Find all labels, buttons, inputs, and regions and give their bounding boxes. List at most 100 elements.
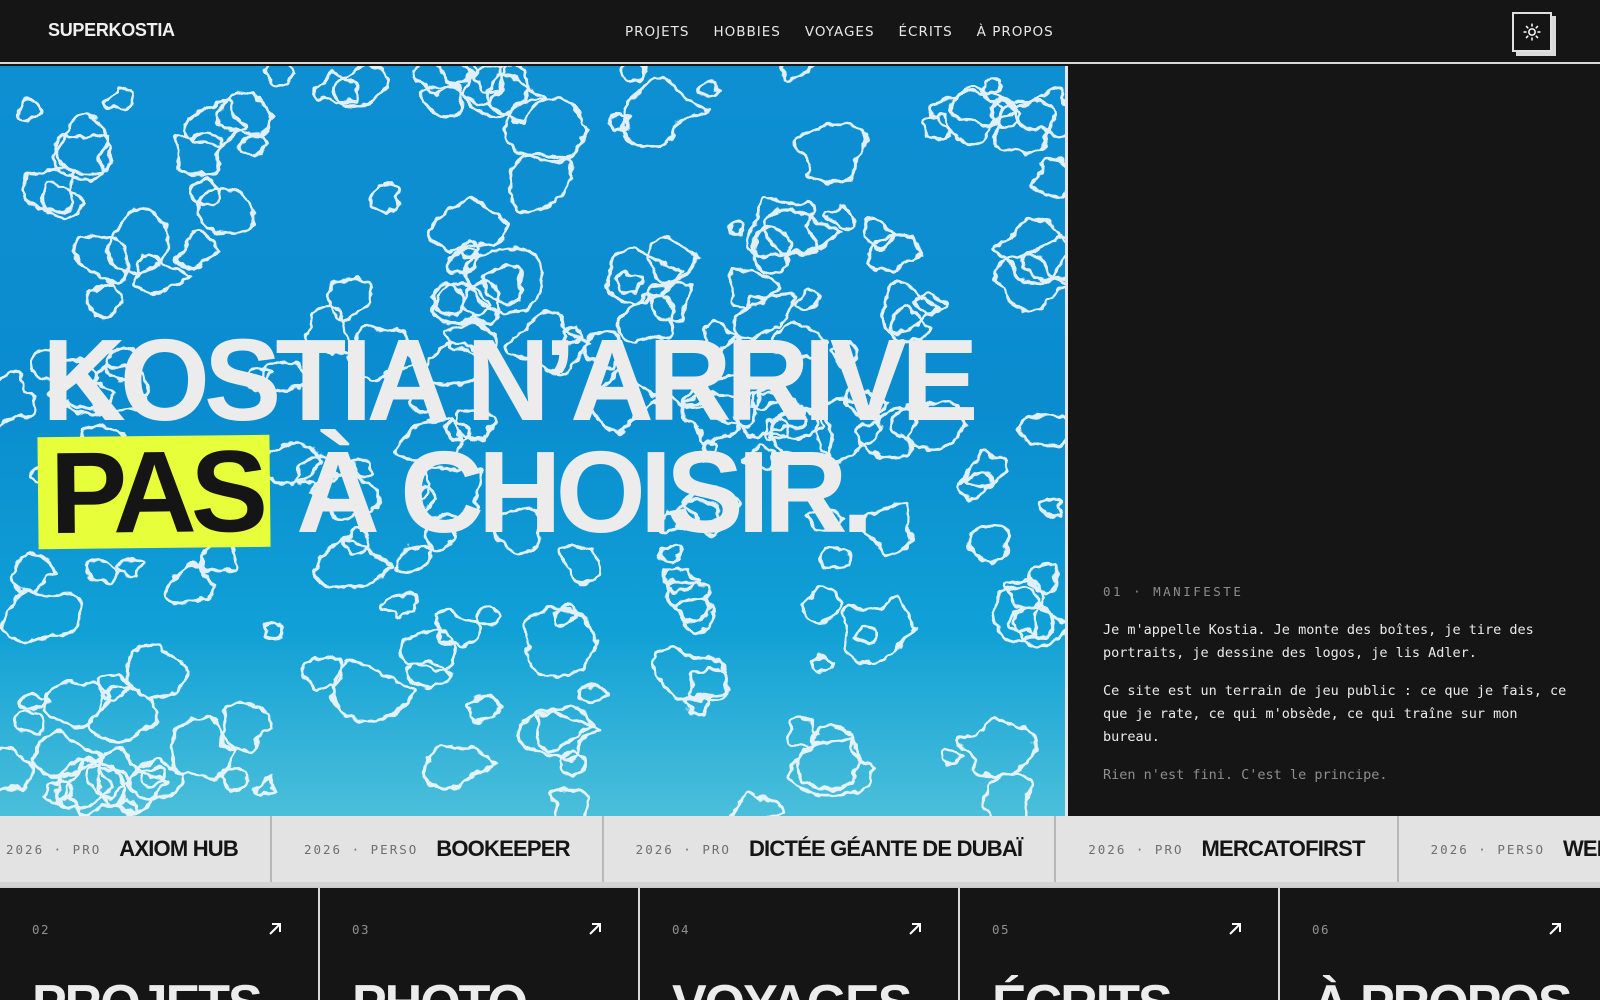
ticker-item-meta: 2026 · PRO [635,841,731,857]
pattern-blob [607,112,632,133]
ticker-item-meta: 2026 · PRO [6,841,102,857]
pattern-blob [576,684,609,706]
pattern-blob [175,227,220,269]
pattern-blob [434,608,484,646]
ticker-item-axiom-hub[interactable]: 2026 · PRO AXIOM HUB [0,816,272,882]
pattern-blob [1013,85,1065,140]
nav-item-voyages[interactable]: VOYAGES [805,24,875,40]
pattern-blob [182,97,249,148]
ticker-item-title: AXIOM HUB [119,836,239,861]
pattern-blob [422,744,499,792]
card-a-propos[interactable]: 06 À PROPOS [1280,888,1600,1000]
pattern-blob [18,690,52,711]
pattern-blob [1030,156,1065,199]
card-title: À PROPOS [1312,974,1572,1000]
ticker-item-bookeeper[interactable]: 2026 · PERSO BOOKEEPER [271,816,604,882]
card-number: 02 [32,922,51,937]
pattern-blob [12,710,46,737]
pattern-blob [779,66,814,82]
pattern-blob [982,771,1033,816]
pattern-blob [791,122,869,184]
pattern-blob [982,78,1003,96]
pattern-blob [330,659,419,724]
card-voyages[interactable]: 04 VOYAGES [640,888,960,1000]
nav-item-hobbies[interactable]: HOBBIES [713,24,780,40]
projects-ticker: 2026 · PRO AXIOM HUB 2026 · PERSO BOOKEE… [0,816,1600,886]
arrow-up-right-icon [269,923,281,935]
arrow-up-right-icon [909,923,921,935]
pattern-blob [369,182,401,213]
section-cards: 02 PROJETS 03 PHOTO 04 VOYAGES 05 ÉCRITS… [0,886,1600,1000]
nav-item-a-propos[interactable]: À PROPOS [977,24,1054,40]
ticker-item-title: DICTÉE GÉANTE DE DUBAÏ [748,836,1023,861]
ticker-item-title: WED [1562,836,1600,861]
pattern-blob [696,79,723,98]
pattern-blob [261,620,285,641]
theme-toggle-button[interactable] [1512,12,1552,52]
pattern-blob [810,653,835,675]
pattern-blob [966,524,1010,564]
ticker-item-mercatofirst[interactable]: 2026 · PRO MERCATOFIRST [1056,816,1399,882]
pattern-blob [939,748,964,767]
ticker-item-meta: 2026 · PERSO [303,841,419,857]
card-photo[interactable]: 03 PHOTO [320,888,640,1000]
pattern-blob [0,368,39,427]
pattern-blob [102,86,135,111]
pattern-blob [73,234,129,285]
pattern-blob [824,205,857,230]
site-logo[interactable]: SUPERKOSTIA [48,20,175,41]
pattern-blob [865,233,923,273]
ticker-item-title: MERCATOFIRST [1201,836,1366,861]
pattern-blob [620,66,647,83]
card-number: 06 [1312,922,1331,937]
pattern-blob [9,552,56,595]
hero-section: KOSTIA N’ARRIVE PAS À CHOISIR. [0,66,1068,816]
pattern-blob [1017,413,1065,448]
pattern-blob [687,665,730,700]
card-title: ÉCRITS [992,974,1173,1000]
ticker-item-wed[interactable]: 2026 · PERSO WED [1398,816,1600,882]
pattern-blob [187,177,221,207]
hero-headline: KOSTIA N’ARRIVE PAS À CHOISIR. [37,322,978,558]
pattern-blob [730,790,786,816]
pattern-blob [16,97,44,123]
pattern-blob [475,603,503,628]
manifesto-section: 01 · MANIFESTE Je m'appelle Kostia. Je m… [1103,584,1573,787]
pattern-blob [405,659,453,688]
ticker-item-meta: 2026 · PERSO [1430,841,1545,857]
pattern-blob [853,625,879,645]
ticker-row: 2026 · PRO AXIOM HUB 2026 · PERSO BOOKEE… [0,816,1600,882]
pattern-blob [728,220,746,237]
ticker-item-dictee-geante[interactable]: 2026 · PRO DICTÉE GÉANTE DE DUBAÏ [603,816,1057,882]
pattern-blob [785,716,821,749]
card-projets[interactable]: 02 PROJETS [0,888,320,1000]
card-title: VOYAGES [672,974,912,1000]
pattern-blob [927,89,1018,147]
card-ecrits[interactable]: 05 ÉCRITS [960,888,1280,1000]
pattern-blob [1027,561,1059,593]
pattern-blob [0,746,34,792]
headline-highlight: PAS [37,426,271,558]
card-number: 05 [992,922,1011,937]
nav-item-ecrits[interactable]: ÉCRITS [899,24,953,40]
pattern-blob [508,152,573,215]
pattern-blob [621,76,711,150]
pattern-blob [862,217,895,251]
manifesto-paragraph-1: Je m'appelle Kostia. Je monte des boîtes… [1103,622,1534,661]
pattern-blob [523,607,600,678]
pattern-blob [196,186,256,236]
pattern-blob [84,282,125,320]
arrow-up-right-icon [1229,923,1241,935]
nav-item-projets[interactable]: PROJETS [625,24,689,40]
main-nav: PROJETS HOBBIES VOYAGES ÉCRITS À PROPOS [625,24,1054,40]
pattern-blob [786,724,875,798]
arrow-up-right-icon [1549,923,1561,935]
headline-line-2: PAS À CHOISIR. [37,426,972,558]
pattern-blob [31,730,106,779]
arrow-up-right-icon [589,923,601,935]
pattern-blob [115,557,145,579]
ticker-item-meta: 2026 · PRO [1088,841,1184,857]
sun-icon [1523,23,1541,41]
site-header: SUPERKOSTIA PROJETS HOBBIES VOYAGES ÉCRI… [0,0,1600,64]
pattern-blob [240,132,270,158]
